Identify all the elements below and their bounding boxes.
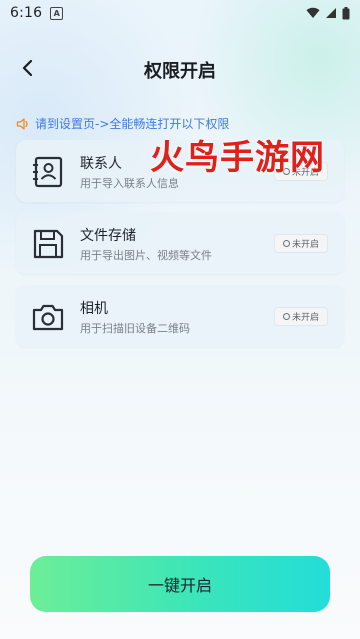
signal-icon: [326, 8, 336, 18]
header: 权限开启: [0, 44, 360, 92]
watermark: 火鸟手游网: [150, 138, 325, 178]
notification-icon: A: [50, 6, 64, 20]
speaker-icon: [16, 117, 28, 130]
battery-icon: [342, 6, 350, 19]
status-circle-icon: [282, 313, 290, 320]
status-time: 6:16: [10, 5, 43, 21]
status-toggle[interactable]: 未开启: [274, 234, 328, 253]
status-circle-icon: [282, 240, 290, 247]
storage-icon: [33, 229, 64, 259]
permission-description: 用于扫描旧设备二维码: [80, 322, 190, 335]
status-toggle[interactable]: 未开启: [274, 307, 328, 326]
status-right: [306, 6, 350, 20]
wifi-icon: [306, 7, 320, 19]
permission-title: 相机: [80, 301, 108, 317]
status-label: 未开启: [291, 313, 319, 323]
status-left: 6:16 A: [10, 5, 64, 21]
permission-card-camera[interactable]: 相机 用于扫描旧设备二维码 未开启: [16, 285, 344, 347]
page-title: 权限开启: [144, 61, 216, 82]
permission-title: 文件存储: [80, 228, 136, 244]
status-bar: 6:16 A: [0, 0, 360, 26]
permission-title: 联系人: [80, 156, 122, 172]
status-label: 未开启: [291, 240, 319, 250]
enable-all-button[interactable]: 一键开启: [30, 556, 330, 612]
permission-card-storage[interactable]: 文件存储 用于导出图片、视频等文件 未开启: [16, 212, 344, 274]
contacts-icon: [33, 156, 63, 188]
camera-icon: [32, 304, 64, 331]
permission-description: 用于导出图片、视频等文件: [80, 249, 212, 262]
